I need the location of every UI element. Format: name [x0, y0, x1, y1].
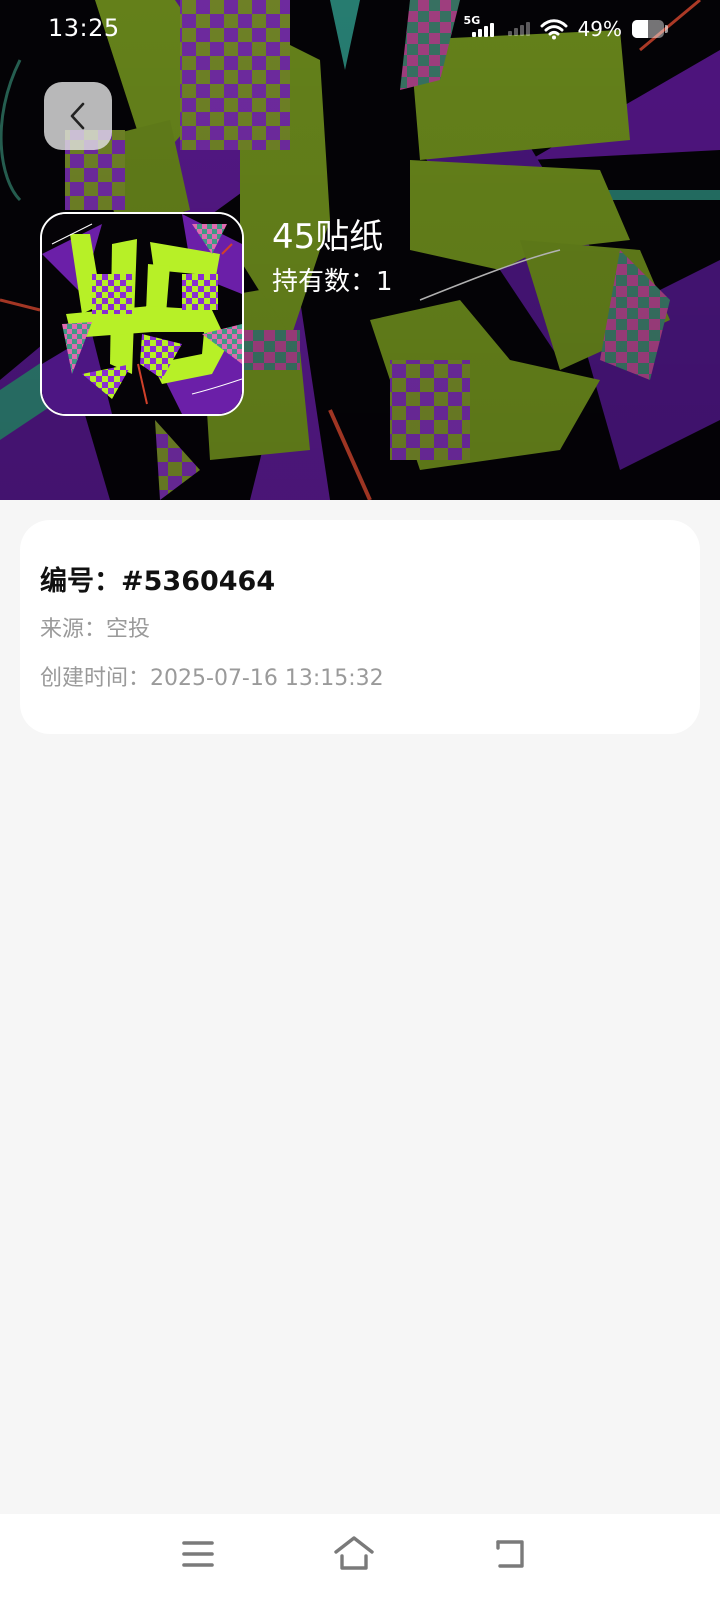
sticker-name: 45贴纸: [272, 217, 384, 257]
source-row: 来源：空投: [40, 614, 680, 646]
sticker-id-label: 编号：: [40, 566, 121, 597]
sticker-info-card: 编号：#5360464 来源：空投 创建时间：2025-07-16 13:15:…: [20, 520, 700, 734]
sticker-title-block: 45贴纸 持有数：1: [272, 214, 393, 300]
owned-count: 1: [376, 267, 393, 297]
battery-icon: [632, 20, 668, 38]
back-icon: [496, 1540, 524, 1568]
home-button[interactable]: [332, 1534, 376, 1578]
created-time-label: 创建时间：: [40, 666, 151, 691]
menu-icon: [182, 1541, 214, 1567]
back-button[interactable]: [44, 82, 112, 150]
battery-fill: [632, 20, 648, 38]
status-icons: 5G 49%: [464, 14, 668, 44]
battery-percent: 49%: [577, 17, 622, 41]
menu-button[interactable]: [178, 1534, 222, 1578]
back-nav-button[interactable]: [490, 1534, 534, 1578]
created-time-value: 2025-07-16 13:15:32: [150, 666, 384, 691]
sticker-id-value: #5360464: [121, 566, 276, 597]
created-time-row: 创建时间：2025-07-16 13:15:32: [40, 663, 680, 695]
sticker-45-image: [42, 214, 242, 414]
wifi-icon: [540, 19, 568, 40]
status-bar: 13:25 5G 49%: [0, 0, 720, 58]
chevron-left-icon: [70, 102, 85, 130]
status-time: 13:25: [48, 14, 120, 42]
home-icon: [334, 1536, 374, 1570]
source-label: 来源：: [40, 617, 107, 642]
signal-5g-icon: 5G: [464, 14, 498, 41]
source-value: 空投: [106, 617, 151, 642]
owned-count-line: 持有数：1: [272, 264, 393, 300]
system-nav-bar: [0, 1514, 720, 1600]
owned-label: 持有数：: [272, 267, 377, 297]
signal-dim-icon: [507, 22, 530, 36]
sticker-id-row: 编号：#5360464: [40, 562, 680, 602]
sticker-thumbnail: [40, 212, 244, 416]
